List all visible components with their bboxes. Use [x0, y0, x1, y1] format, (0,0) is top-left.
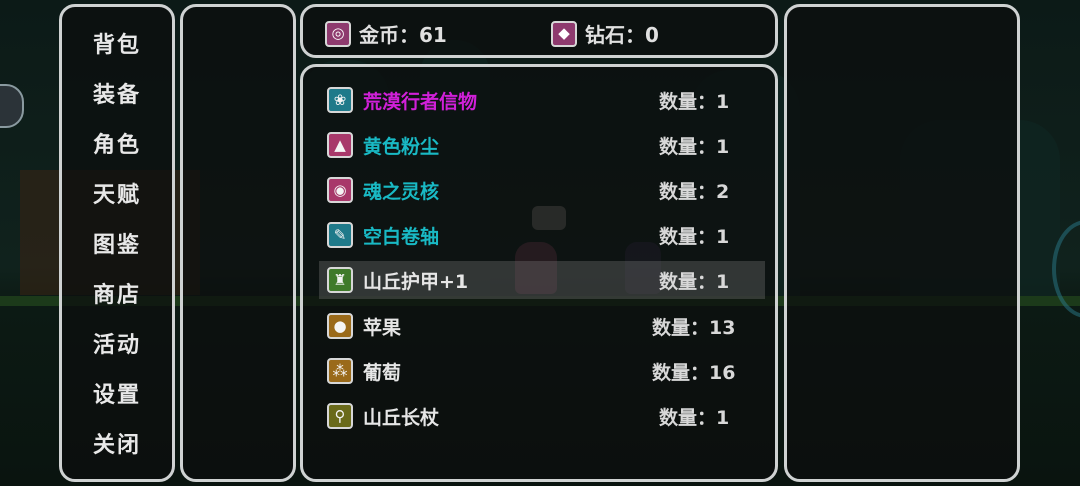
empty-subpanel	[180, 4, 296, 482]
scroll-icon: ✎	[327, 222, 353, 248]
item-name: 荒漠行者信物	[363, 90, 478, 113]
item-detail-panel	[784, 4, 1020, 482]
item-name: 空白卷轴	[363, 225, 440, 248]
item-name: 魂之灵核	[363, 180, 440, 203]
diamond-icon: ◆	[551, 20, 577, 47]
diamond-display: ◆ 钻石：0	[551, 19, 659, 48]
inventory-row[interactable]: ◉ 魂之灵核 数量：2	[319, 171, 765, 209]
gold-label: 金币：61	[359, 23, 447, 47]
menu-talent[interactable]: 天赋	[62, 177, 172, 209]
gold-display: ◎ 金币：61	[325, 19, 447, 48]
menu-equipment[interactable]: 装备	[62, 77, 172, 109]
armor-icon: ♜	[327, 267, 353, 293]
item-quantity: 数量：16	[652, 361, 736, 384]
item-quantity: 数量：1	[659, 90, 730, 113]
coin-icon: ◎	[325, 20, 351, 47]
inventory-row[interactable]: ▲ 黄色粉尘 数量：1	[319, 126, 765, 164]
item-quantity: 数量：1	[659, 270, 730, 293]
main-menu-panel: 背包 装备 角色 天赋 图鉴 商店 活动 设置 关闭	[59, 4, 175, 482]
inventory-row[interactable]: ✎ 空白卷轴 数量：1	[319, 216, 765, 254]
grape-icon: ⁂	[327, 358, 353, 384]
menu-close[interactable]: 关闭	[62, 427, 172, 459]
inventory-row[interactable]: ❀ 荒漠行者信物 数量：1	[319, 81, 765, 119]
menu-character[interactable]: 角色	[62, 127, 172, 159]
item-quantity: 数量：1	[659, 135, 730, 158]
item-name: 山丘护甲+1	[363, 270, 469, 293]
menu-settings[interactable]: 设置	[62, 377, 172, 409]
apple-icon: ●	[327, 313, 353, 339]
item-name: 山丘长杖	[363, 406, 440, 429]
dust-icon: ▲	[327, 132, 353, 158]
menu-shop[interactable]: 商店	[62, 277, 172, 309]
inventory-row[interactable]: ♜ 山丘护甲+1 数量：1	[319, 261, 765, 299]
side-chat-button[interactable]	[0, 84, 24, 128]
diamond-label: 钻石：0	[585, 23, 659, 47]
menu-backpack[interactable]: 背包	[62, 27, 172, 59]
item-quantity: 数量：13	[652, 316, 736, 339]
item-quantity: 数量：1	[659, 406, 730, 429]
inventory-row[interactable]: ⁂ 葡萄 数量：16	[319, 352, 765, 390]
inventory-row[interactable]: ⚲ 山丘长杖 数量：1	[319, 397, 765, 435]
inventory-row[interactable]: ● 苹果 数量：13	[319, 307, 765, 345]
item-quantity: 数量：1	[659, 225, 730, 248]
item-quantity: 数量：2	[659, 180, 730, 203]
menu-codex[interactable]: 图鉴	[62, 227, 172, 259]
item-name: 苹果	[363, 316, 402, 339]
item-name: 葡萄	[363, 361, 402, 384]
menu-events[interactable]: 活动	[62, 327, 172, 359]
currency-panel: ◎ 金币：61 ◆ 钻石：0	[300, 4, 778, 58]
staff-icon: ⚲	[327, 403, 353, 429]
inventory-panel: ❀ 荒漠行者信物 数量：1 ▲ 黄色粉尘 数量：1 ◉ 魂之灵核 数量：2 ✎ 空白卷轴 数量：1 ♜ 山…	[300, 64, 778, 482]
soul-core-icon: ◉	[327, 177, 353, 203]
desert-token-icon: ❀	[327, 87, 353, 113]
item-name: 黄色粉尘	[363, 135, 440, 158]
